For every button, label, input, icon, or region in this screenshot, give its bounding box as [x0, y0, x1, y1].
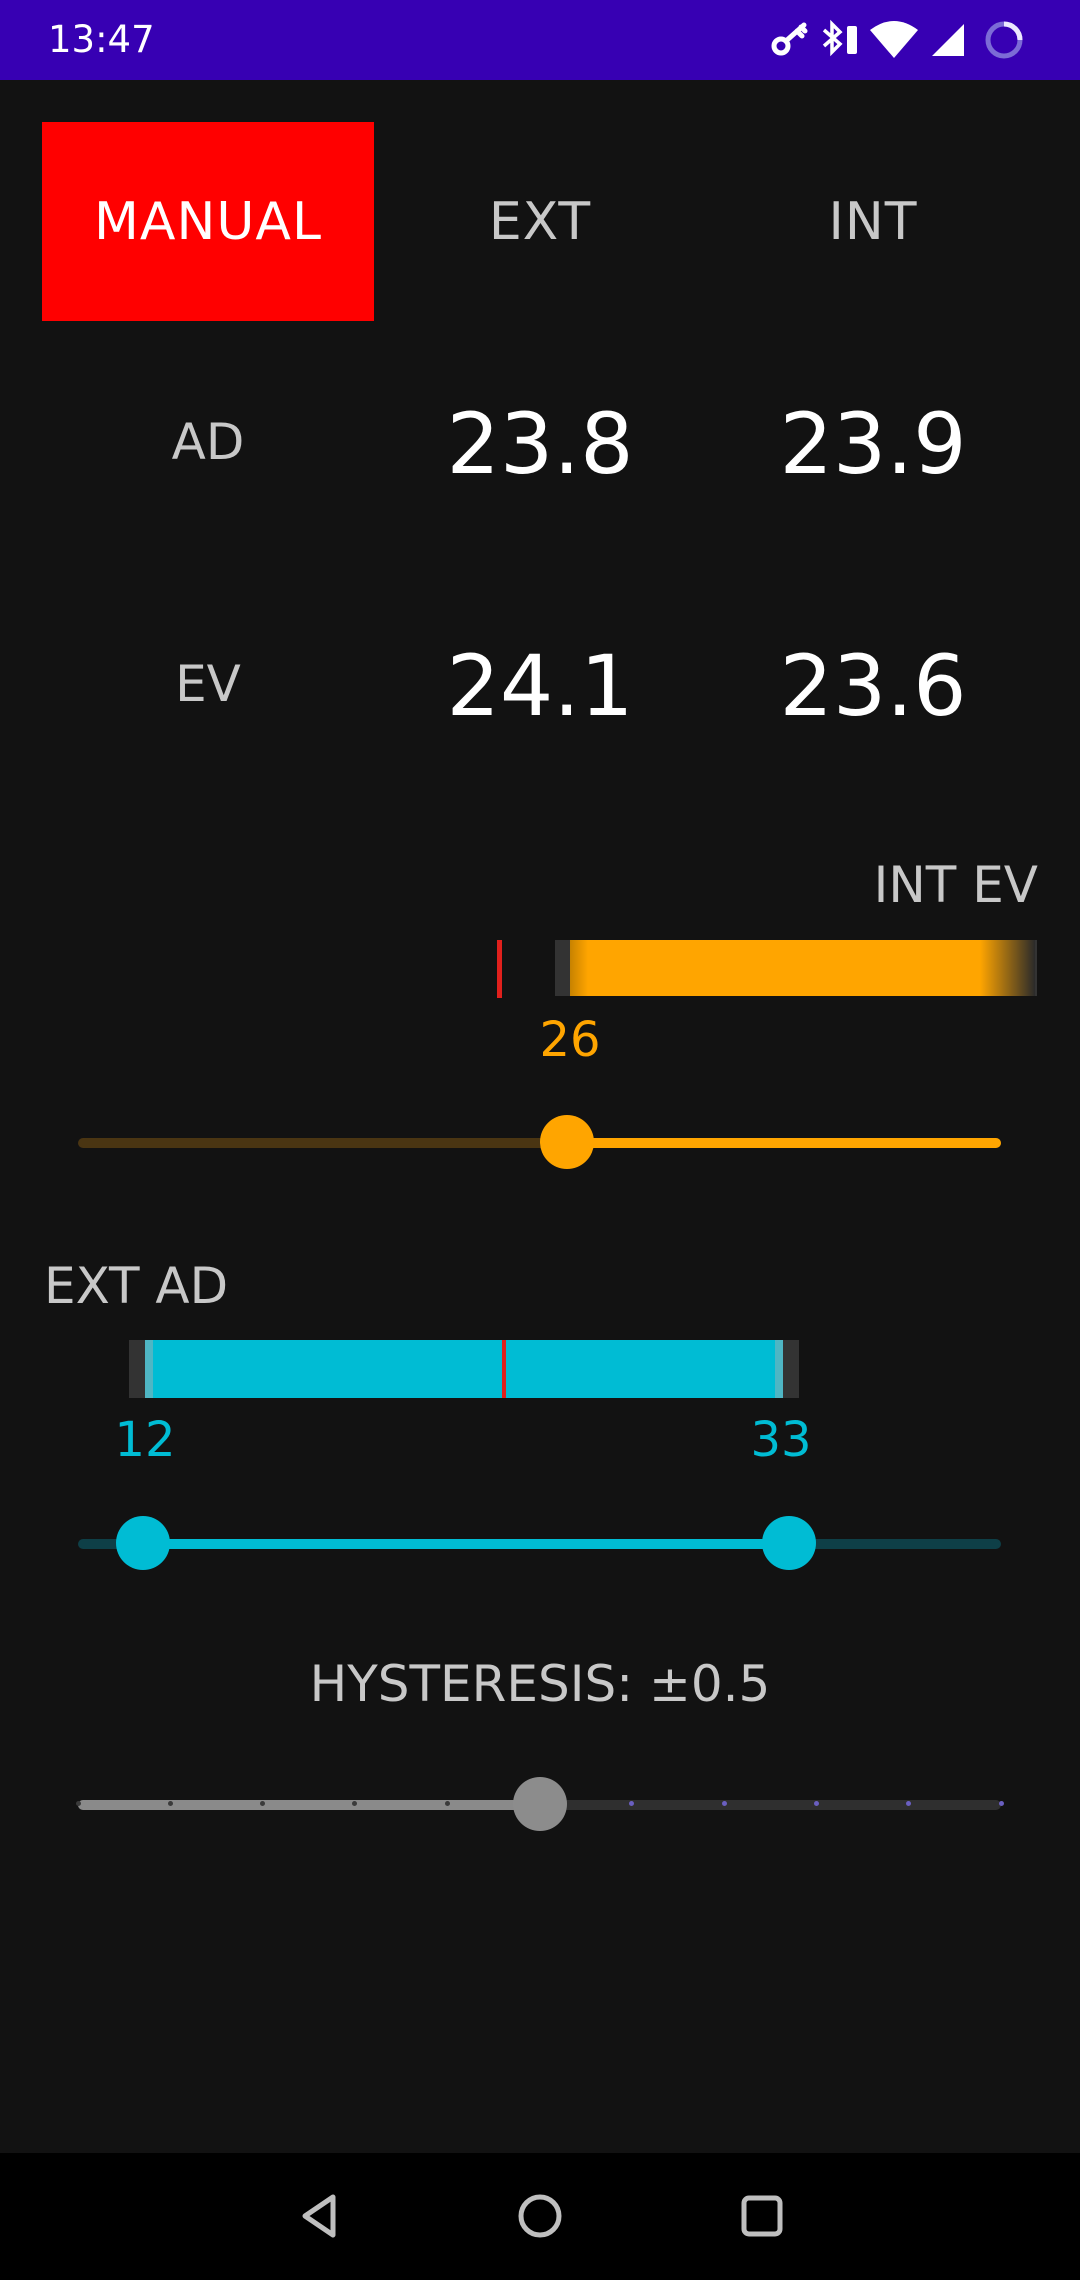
- hysteresis-label: HYSTERESIS: ±0.5: [309, 1655, 771, 1713]
- hysteresis-tick: [167, 1801, 173, 1806]
- hysteresis-tick: [537, 1801, 542, 1806]
- tab-int[interactable]: INT: [707, 122, 1039, 321]
- hysteresis-slider-active-track: [78, 1800, 540, 1810]
- hysteresis-tick: [444, 1801, 450, 1806]
- navigation-bar: [0, 2153, 1080, 2280]
- ad-ext-value: 23.8: [446, 395, 634, 493]
- ext-ad-slider-max-thumb[interactable]: [761, 1516, 816, 1570]
- int-ev-current-marker: [497, 940, 502, 998]
- int-ev-label: INT EV: [873, 856, 1038, 914]
- app-root: 13:47 MANUAL EXT INT AD 23.8 23.9 EV 24.…: [0, 0, 1080, 2280]
- status-time: 13:47: [48, 18, 155, 61]
- recents-icon[interactable]: [737, 2191, 787, 2241]
- ext-ad-bar-max-edge: [775, 1340, 783, 1398]
- wifi-icon: [870, 21, 918, 58]
- ev-int-value: 23.6: [779, 637, 967, 735]
- tab-ext[interactable]: EXT: [374, 122, 706, 321]
- ext-ad-bar: [145, 1340, 783, 1398]
- int-ev-bar: [570, 940, 1035, 996]
- key-icon: [771, 22, 808, 56]
- ad-row-label: AD: [171, 413, 245, 471]
- hysteresis-tick: [998, 1801, 1004, 1806]
- int-ev-slider-thumb[interactable]: [540, 1115, 595, 1169]
- ext-ad-min-label: 12: [114, 1412, 176, 1468]
- hysteresis-tick: [813, 1801, 819, 1806]
- loading-ring-icon: [985, 21, 1023, 59]
- ev-ext-value: 24.1: [446, 637, 634, 735]
- int-ev-slider-active-track: [567, 1138, 1001, 1148]
- bluetooth-battery-icon: [822, 19, 857, 57]
- tab-manual-label: MANUAL: [94, 191, 322, 252]
- ext-ad-bar-min-edge: [145, 1340, 153, 1398]
- ad-int-value: 23.9: [779, 395, 967, 493]
- tab-int-label: INT: [828, 191, 918, 252]
- tab-manual[interactable]: MANUAL: [42, 122, 374, 321]
- hysteresis-tick: [75, 1801, 81, 1806]
- ext-ad-label: EXT AD: [44, 1257, 229, 1315]
- int-ev-threshold-label: 26: [539, 1012, 601, 1068]
- hysteresis-tick: [721, 1801, 727, 1806]
- ext-ad-slider-min-thumb[interactable]: [115, 1516, 170, 1570]
- back-icon[interactable]: [295, 2191, 345, 2241]
- signal-icon: [932, 24, 964, 56]
- home-icon[interactable]: [515, 2191, 565, 2241]
- int-ev-slider[interactable]: [78, 1113, 1001, 1173]
- ext-ad-current-marker: [502, 1340, 506, 1398]
- ev-row-label: EV: [175, 655, 241, 713]
- ext-ad-range-slider[interactable]: [78, 1514, 1001, 1574]
- tab-ext-label: EXT: [488, 191, 592, 252]
- ext-ad-slider-active-track: [142, 1539, 789, 1549]
- ext-ad-max-label: 33: [750, 1412, 812, 1468]
- status-bar: 13:47: [0, 0, 1080, 80]
